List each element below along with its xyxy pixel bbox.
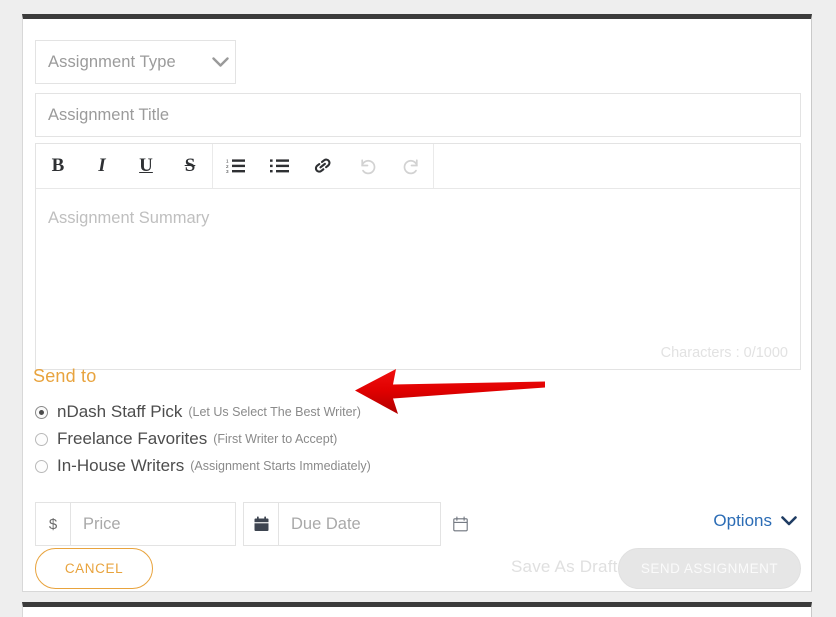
italic-icon[interactable]: I — [80, 144, 124, 188]
assignment-summary-editor: B I U S 1 2 3 Assignment Summary Charact… — [35, 143, 801, 370]
radio-option-freelance-favorites[interactable]: Freelance Favorites (First Writer to Acc… — [35, 429, 337, 449]
character-counter: Characters : 0/1000 — [660, 345, 788, 361]
radio-note: (First Writer to Accept) — [213, 432, 338, 446]
editor-toolbar: B I U S 1 2 3 — [36, 144, 800, 189]
send-assignment-button[interactable]: SEND ASSIGNMENT — [618, 548, 801, 589]
radio-label: In-House Writers — [57, 456, 185, 475]
options-label: Options — [713, 511, 772, 530]
radio-label: nDash Staff Pick — [57, 402, 183, 421]
svg-text:1: 1 — [226, 159, 229, 164]
unordered-list-icon[interactable] — [257, 144, 301, 188]
save-as-draft-button[interactable]: Save As Draft — [511, 557, 618, 577]
assignment-summary-placeholder: Assignment Summary — [48, 209, 210, 227]
assignment-title-input[interactable] — [35, 93, 801, 137]
ordered-list-icon[interactable]: 1 2 3 — [213, 144, 257, 188]
date-picker-button[interactable] — [440, 502, 480, 546]
strikethrough-icon[interactable]: S — [168, 144, 212, 188]
price-input[interactable] — [71, 503, 235, 545]
bold-icon[interactable]: B — [36, 144, 80, 188]
undo-icon — [345, 144, 389, 188]
radio-icon[interactable] — [35, 459, 48, 473]
svg-text:3: 3 — [226, 169, 229, 174]
radio-icon[interactable] — [35, 432, 48, 446]
options-toggle[interactable]: Options — [713, 511, 797, 531]
calendar-icon — [244, 503, 279, 545]
radio-note: (Let Us Select The Best Writer) — [188, 405, 361, 419]
currency-symbol: $ — [36, 503, 71, 545]
chevron-down-icon — [781, 511, 797, 531]
send-to-label: Send to — [33, 366, 97, 386]
redo-icon — [389, 144, 433, 188]
radio-note: (Assignment Starts Immediately) — [190, 459, 371, 473]
create-assignment-card: Assignment Type B I U S 1 — [22, 14, 812, 592]
radio-option-ndash-staff-pick[interactable]: nDash Staff Pick (Let Us Select The Best… — [35, 402, 361, 422]
next-card-top — [22, 602, 812, 617]
chevron-down-icon — [205, 56, 235, 68]
assignment-type-placeholder: Assignment Type — [48, 52, 176, 71]
cancel-button[interactable]: CANCEL — [35, 548, 153, 589]
assignment-summary-textarea[interactable]: Assignment Summary Characters : 0/1000 — [36, 189, 800, 370]
screen: Assignment Type B I U S 1 — [0, 0, 836, 617]
price-field: $ — [35, 502, 236, 546]
toolbar-divider-end — [433, 144, 434, 188]
radio-label: Freelance Favorites — [57, 429, 208, 448]
svg-text:2: 2 — [226, 164, 229, 169]
link-icon[interactable] — [301, 144, 345, 188]
underline-icon[interactable]: U — [124, 144, 168, 188]
radio-icon-selected[interactable] — [35, 405, 48, 419]
assignment-type-select[interactable]: Assignment Type — [35, 40, 236, 84]
radio-option-in-house-writers[interactable]: In-House Writers (Assignment Starts Imme… — [35, 456, 371, 476]
